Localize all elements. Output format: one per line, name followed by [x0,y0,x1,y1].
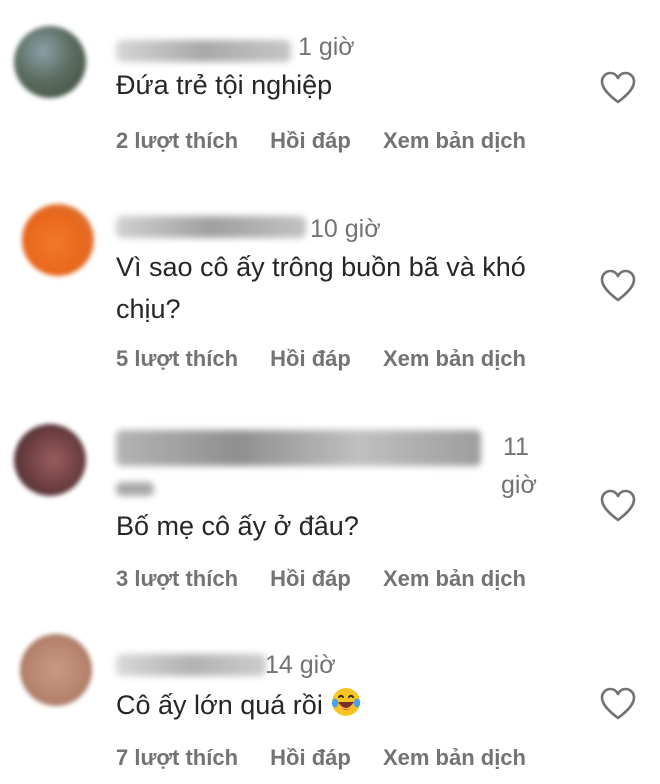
comment-time: 1 giờ [298,33,355,61]
heart-icon[interactable] [600,687,636,721]
laughing-tears-emoji-icon [332,688,361,716]
reply-button[interactable]: Hồi đáp [270,566,351,591]
comment-time: 14 giờ [265,651,336,679]
heart-icon[interactable] [600,489,636,523]
heart-icon[interactable] [600,71,636,105]
comment-text-content: Cô ấy lớn quá rồi [116,690,323,720]
reply-button[interactable]: Hồi đáp [270,346,351,371]
translate-button[interactable]: Xem bản dịch [383,128,526,153]
likes-count-link[interactable]: 7 lượt thích [116,745,238,770]
comment-time: 11 [503,433,529,461]
translate-button[interactable]: Xem bản dịch [383,745,526,770]
comment-text: Cô ấy lớn quá rồi [116,684,362,726]
username-blurred[interactable] [116,654,266,676]
comment-actions: 5 lượt thích Hồi đáp Xem bản dịch [116,346,552,372]
likes-count-link[interactable]: 3 lượt thích [116,566,238,591]
username-blurred[interactable] [116,40,291,62]
username-blurred[interactable] [116,430,481,466]
comment-time-unit: giờ [501,471,537,499]
likes-count-link[interactable]: 5 lượt thích [116,346,238,371]
comment-text: Vì sao cô ấy trông buồn bã và khó chịu? [116,252,526,324]
username-blurred-line2 [116,482,154,496]
avatar[interactable] [14,424,86,496]
reply-button[interactable]: Hồi đáp [270,745,351,770]
heart-icon[interactable] [600,269,636,303]
translate-button[interactable]: Xem bản dịch [383,346,526,371]
reply-button[interactable]: Hồi đáp [270,128,351,153]
comment-text: Bố mẹ cô ấy ở đâu? [116,511,359,541]
avatar[interactable] [20,634,92,706]
username-blurred[interactable] [116,216,306,238]
comment-actions: 7 lượt thích Hồi đáp Xem bản dịch [116,745,552,771]
comment-time: 10 giờ [310,215,381,243]
likes-count-link[interactable]: 2 lượt thích [116,128,238,153]
comment-text: Đứa trẻ tội nghiệp [116,70,333,100]
translate-button[interactable]: Xem bản dịch [383,566,526,591]
comment-actions: 2 lượt thích Hồi đáp Xem bản dịch [116,128,552,154]
avatar[interactable] [14,26,86,98]
avatar[interactable] [22,204,94,276]
comment-actions: 3 lượt thích Hồi đáp Xem bản dịch [116,566,552,592]
